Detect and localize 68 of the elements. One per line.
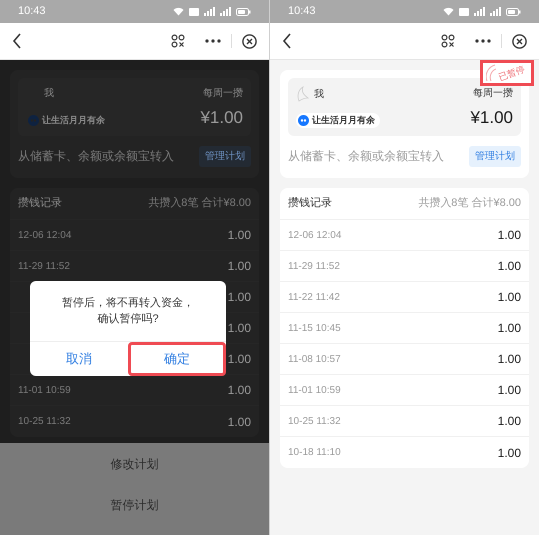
- plan-amount: ¥1.00: [200, 108, 243, 128]
- record-date: 11-22 11:42: [288, 290, 340, 304]
- dialog-button[interactable]: 确定: [128, 342, 226, 376]
- owner-name: 我: [44, 86, 54, 101]
- record-amount: 1.00: [498, 289, 521, 306]
- record-amount: 1.00: [498, 258, 521, 275]
- record-date: 11-01 10:59: [18, 384, 71, 398]
- dialog-message: 暂停后，将不再转入资金，: [62, 296, 194, 310]
- record-amount: 1.00: [228, 320, 251, 337]
- dialog-button[interactable]: 取消: [30, 342, 128, 376]
- record-date: 12-06 12:04: [18, 228, 72, 242]
- record-date: 11-29 11:52: [18, 260, 70, 274]
- record-date: 10-25 11:32: [18, 415, 71, 429]
- source-text: 从储蓄卡、余额或余额宝转入: [18, 148, 174, 165]
- frequency-text: 每周一攒: [203, 86, 243, 101]
- more-icon[interactable]: [475, 39, 491, 43]
- status-time: 10:43: [288, 4, 316, 20]
- record-date: 10-25 11:32: [288, 414, 341, 428]
- avatar-icon: [296, 86, 310, 102]
- records-title: 攒钱记录: [288, 196, 332, 212]
- record-amount: 1.00: [498, 382, 521, 399]
- record-date: 11-01 10:59: [288, 384, 341, 398]
- source-text: 从储蓄卡、余额或余额宝转入: [288, 148, 444, 165]
- record-amount: 1.00: [498, 320, 521, 337]
- stamp-text: 已暂停: [497, 64, 526, 82]
- scan-icon[interactable]: [171, 34, 185, 48]
- slogan-text: 让生活月月有余: [312, 114, 375, 126]
- record-date: 11-08 10:57: [288, 352, 341, 366]
- battery-icon: [506, 8, 521, 16]
- stamp-icon: [486, 64, 496, 82]
- close-icon[interactable]: [242, 34, 257, 48]
- record-amount: 1.00: [498, 351, 521, 368]
- record-amount: 1.00: [228, 382, 251, 399]
- record-amount: 1.00: [228, 414, 251, 430]
- slogan-text: 让生活月月有余: [42, 114, 105, 126]
- records-summary: 共攒入8笔 合计¥8.00: [418, 196, 521, 212]
- manage-plan-button[interactable]: 管理计划: [199, 146, 251, 166]
- record-amount: 1.00: [228, 351, 251, 368]
- status-time: 10:43: [18, 4, 46, 20]
- plan-amount: ¥1.00: [470, 108, 513, 128]
- action-sheet-item[interactable]: 修改计划: [0, 443, 269, 484]
- record-amount: 1.00: [228, 227, 251, 244]
- record-date: 10-18 11:10: [288, 446, 341, 460]
- wifi-icon: [173, 7, 184, 16]
- signal-icon: [490, 7, 501, 16]
- record-amount: 1.00: [498, 413, 521, 430]
- battery-icon: [236, 8, 251, 16]
- record-amount: 1.00: [498, 227, 521, 244]
- signal-icon: [474, 7, 485, 16]
- more-icon[interactable]: [205, 39, 221, 43]
- record-amount: 1.00: [228, 258, 251, 275]
- signal-icon: [220, 7, 231, 16]
- record-date: 11-15 10:45: [288, 322, 341, 336]
- record-date: 11-29 11:52: [288, 260, 340, 274]
- records-title: 攒钱记录: [18, 196, 62, 212]
- record-amount: 1.00: [228, 289, 251, 306]
- dialog-message: 确认暂停吗?: [97, 312, 159, 327]
- record-date: 12-06 12:04: [288, 228, 342, 242]
- close-icon[interactable]: [512, 34, 527, 48]
- record-amount: 1.00: [498, 444, 521, 462]
- owner-name: 我: [314, 88, 324, 102]
- signal-icon: [204, 7, 215, 16]
- manage-plan-button[interactable]: 管理计划: [469, 146, 521, 166]
- wifi-icon: [443, 7, 454, 16]
- records-summary: 共攒入8笔 合计¥8.00: [148, 196, 251, 212]
- scan-icon[interactable]: [441, 34, 455, 48]
- frequency-text: 每周一攒: [473, 86, 513, 101]
- action-sheet-item[interactable]: 暂停计划: [0, 484, 269, 525]
